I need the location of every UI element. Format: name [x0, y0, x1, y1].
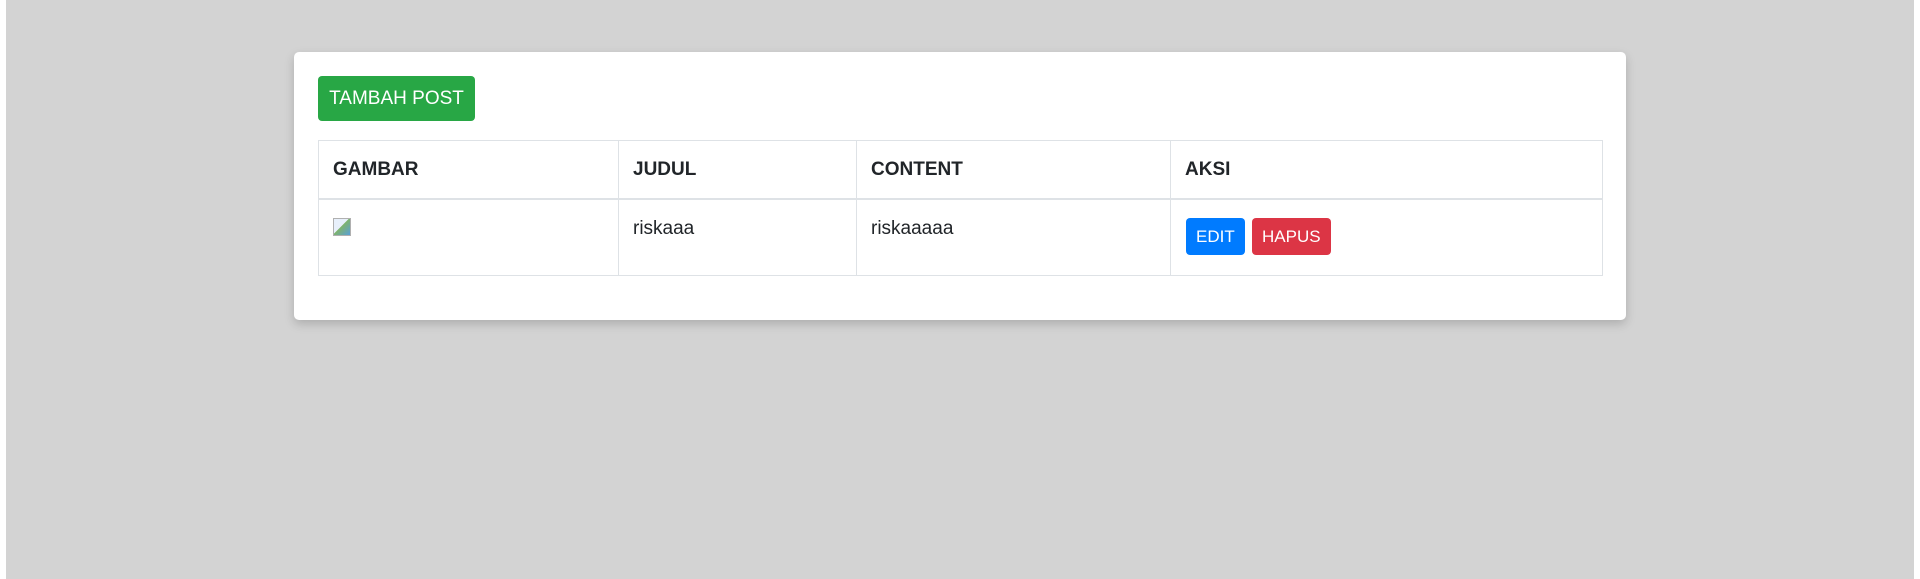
- gambar-cell: [318, 198, 619, 276]
- aksi-cell: EDIT HAPUS: [1170, 198, 1603, 276]
- posts-table: GAMBAR JUDUL CONTENT AKSI riskaaa riskaa…: [318, 140, 1603, 276]
- content-cell: riskaaaaa: [856, 198, 1171, 276]
- delete-button[interactable]: HAPUS: [1252, 218, 1331, 255]
- table-header-row: GAMBAR JUDUL CONTENT AKSI: [318, 140, 1603, 200]
- page-background: TAMBAH POST GAMBAR JUDUL CONTENT AKSI ri…: [6, 0, 1914, 579]
- add-post-button[interactable]: TAMBAH POST: [318, 76, 475, 121]
- column-header-aksi: AKSI: [1170, 140, 1603, 200]
- edit-button[interactable]: EDIT: [1186, 218, 1245, 255]
- column-header-content: CONTENT: [856, 140, 1171, 200]
- judul-cell: riskaaa: [618, 198, 857, 276]
- column-header-judul: JUDUL: [618, 140, 857, 200]
- broken-image-icon: [333, 218, 351, 236]
- column-header-gambar: GAMBAR: [318, 140, 619, 200]
- table-row: riskaaa riskaaaaa EDIT HAPUS: [318, 198, 1603, 276]
- posts-card: TAMBAH POST GAMBAR JUDUL CONTENT AKSI ri…: [294, 52, 1626, 320]
